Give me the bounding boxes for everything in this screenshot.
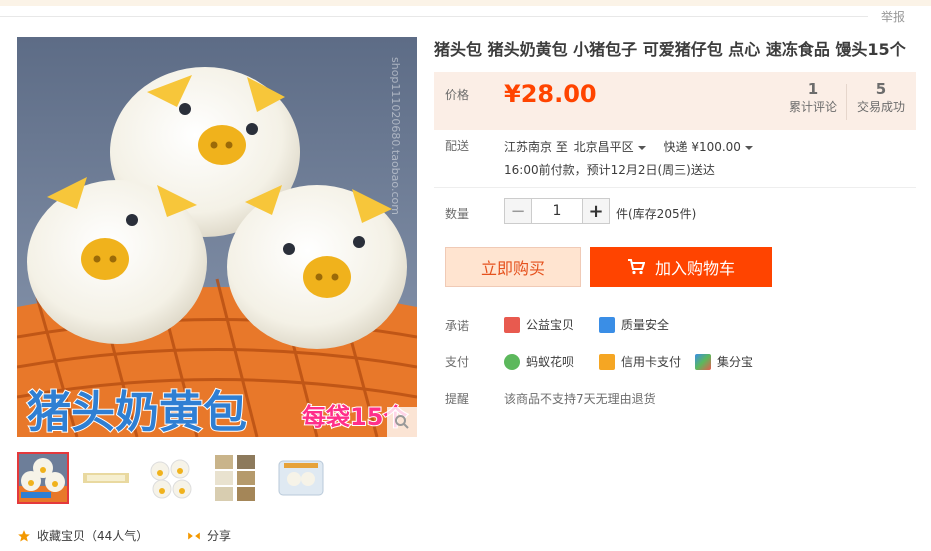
charity-icon [504, 316, 520, 333]
reminder-label: 提醒 [445, 392, 470, 406]
favorite-button[interactable]: 收藏宝贝（44人气） [17, 527, 148, 544]
sales-count-label: 交易成功 [856, 100, 905, 114]
review-count-number: 1 [807, 80, 819, 98]
payment-huabei[interactable]: 蚂蚁花呗 [504, 353, 574, 370]
credit-card-icon [599, 353, 615, 370]
delivery-destination-select[interactable]: 北京昌平区 [574, 140, 646, 154]
stock-info: 件(库存205件) [616, 207, 697, 221]
payment-jifenbao[interactable]: 集分宝 [695, 353, 753, 370]
stats-divider [846, 84, 847, 120]
delivery-label: 配送 [445, 139, 470, 153]
delivery-from: 江苏南京 至 [504, 140, 568, 154]
divider [434, 187, 916, 188]
promise-charity[interactable]: 公益宝贝 [504, 316, 574, 333]
chevron-down-icon [637, 145, 646, 150]
favorite-label: 收藏宝贝（44人气） [37, 529, 149, 543]
buy-now-button[interactable]: 立即购买 [445, 247, 581, 287]
delivery-route: 江苏南京 至 北京昌平区 快递 ¥100.00 [504, 138, 753, 155]
overlay-title: 猪头奶黄包 [27, 387, 247, 437]
promise-quality[interactable]: 质量安全 [599, 316, 669, 333]
chevron-down-icon [744, 145, 753, 150]
promise-charity-label: 公益宝贝 [526, 318, 575, 332]
payment-jifenbao-label: 集分宝 [717, 355, 754, 369]
thumbnail-2[interactable] [80, 452, 132, 504]
thumbnail-3[interactable] [145, 452, 197, 504]
quantity-input[interactable]: 1 [531, 199, 583, 223]
price-label: 价格 [445, 88, 470, 102]
review-count-label: 累计评论 [788, 100, 837, 114]
share-label: 分享 [207, 529, 232, 543]
main-product-image[interactable]: shop111020680.taobao.com 猪头奶黄包 每袋15个 [17, 37, 417, 437]
add-to-cart-label: 加入购物车 [654, 259, 735, 278]
thumbnail-4[interactable] [210, 452, 262, 504]
huabei-icon [504, 353, 520, 370]
cart-icon [627, 259, 645, 275]
top-divider [0, 16, 868, 17]
zoom-icon[interactable] [387, 407, 417, 437]
top-strip [0, 0, 931, 6]
promise-quality-label: 质量安全 [621, 318, 670, 332]
price-box: 价格 ¥28.00 1 累计评论 5 交易成功 [434, 72, 916, 130]
product-title: 猪头包 猪头奶黄包 小猪包子 可爱猪仔包 点心 速冻食品 馒头15个 [434, 40, 906, 59]
quantity-stepper: − 1 + [504, 198, 610, 224]
star-icon [18, 529, 30, 542]
review-count[interactable]: 1 累计评论 [782, 80, 844, 115]
add-to-cart-button[interactable]: 加入购物车 [590, 247, 772, 287]
sales-count: 5 交易成功 [850, 80, 912, 115]
quantity-label: 数量 [445, 207, 470, 221]
decrease-button[interactable]: − [505, 199, 531, 223]
product-photo: shop111020680.taobao.com 猪头奶黄包 每袋15个 [17, 37, 417, 437]
promise-label: 承诺 [445, 319, 470, 333]
payment-label: 支付 [445, 355, 470, 369]
payment-credit-card-label: 信用卡支付 [621, 355, 682, 369]
reminder-text: 该商品不支持7天无理由退货 [504, 392, 656, 406]
thumbnail-5[interactable] [275, 452, 327, 504]
shield-icon [599, 316, 615, 333]
shipping-method-select[interactable]: 快递 ¥100.00 [664, 140, 753, 154]
increase-button[interactable]: + [583, 199, 609, 223]
share-button[interactable]: 分享 [187, 527, 231, 544]
report-link[interactable]: 举报 [868, 8, 918, 26]
thumbnail-1[interactable] [17, 452, 69, 504]
payment-huabei-label: 蚂蚁花呗 [526, 355, 575, 369]
jifenbao-icon [695, 353, 711, 370]
payment-credit-card[interactable]: 信用卡支付 [599, 353, 681, 370]
price-value: ¥28.00 [504, 80, 597, 108]
watermark-text: shop111020680.taobao.com [389, 57, 402, 215]
sales-count-number: 5 [875, 80, 887, 98]
delivery-note: 16:00前付款，预计12月2日(周三)送达 [504, 163, 715, 177]
share-icon [188, 532, 200, 539]
